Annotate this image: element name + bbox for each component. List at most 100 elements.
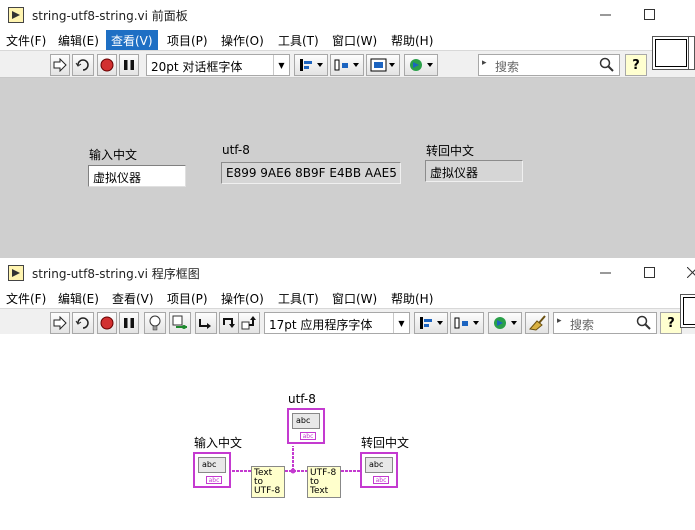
search-box[interactable]: ▸ 搜索	[478, 54, 620, 76]
menu-window[interactable]: 窗口(W)	[332, 290, 377, 307]
run-button[interactable]	[50, 312, 70, 334]
maximize-icon[interactable]	[638, 4, 660, 24]
clean-up-diagram-button[interactable]	[525, 312, 549, 334]
node-line: Text	[310, 486, 329, 496]
align-icon	[420, 317, 443, 329]
vi-icon-box	[683, 297, 695, 325]
string-type-icon: abc	[300, 432, 316, 440]
menu-file[interactable]: 文件(F)	[6, 32, 46, 49]
utf8-terminal-label: utf-8	[288, 392, 316, 406]
menu-operate[interactable]: 操作(O)	[221, 32, 264, 49]
utf8-indicator-terminal[interactable]: abc abc	[287, 408, 325, 444]
run-continuously-button[interactable]	[72, 54, 94, 76]
string-type-icon: abc	[373, 476, 389, 484]
context-help-button[interactable]: ?	[660, 312, 682, 334]
context-help-button[interactable]: ?	[625, 54, 647, 76]
menu-project[interactable]: 项目(P)	[167, 290, 208, 307]
block-diagram-titlebar[interactable]: string-utf8-string.vi 程序框图	[0, 258, 695, 288]
retain-wire-values-icon	[172, 315, 187, 329]
reorder-button[interactable]	[488, 312, 522, 334]
distribute-objects-button[interactable]	[330, 54, 364, 76]
help-icon: ?	[632, 57, 640, 73]
menu-view[interactable]: 查看(V)	[112, 290, 154, 307]
search-box[interactable]: ▸ 搜索	[553, 312, 657, 334]
align-objects-button[interactable]	[414, 312, 448, 334]
chevron-down-icon: ▼	[273, 55, 289, 75]
distribute-objects-button[interactable]	[450, 312, 484, 334]
highlight-execution-button[interactable]	[144, 312, 166, 334]
menu-edit[interactable]: 编辑(E)	[58, 32, 99, 49]
input-terminal-label: 输入中文	[194, 436, 243, 450]
abort-icon	[100, 316, 114, 330]
search-placeholder: 搜索	[495, 60, 520, 74]
step-out-icon	[241, 316, 256, 330]
menu-help[interactable]: 帮助(H)	[391, 290, 433, 307]
text-to-utf8-node[interactable]: Text to UTF-8	[251, 466, 285, 498]
close-icon[interactable]	[681, 262, 695, 282]
output-indicator-terminal[interactable]: abc abc	[360, 452, 398, 488]
utf8-string-value: E899 9AE6 8B9F E4BB AAE5	[226, 166, 397, 180]
minimize-icon[interactable]	[594, 262, 616, 282]
abort-button[interactable]	[97, 312, 117, 334]
search-placeholder: 搜索	[570, 318, 595, 332]
front-panel-canvas: 输入中文 虚拟仪器 utf-8 E899 9AE6 8B9F E4BB AAE5…	[0, 78, 695, 258]
utf8-label: utf-8	[222, 143, 250, 157]
step-out-button[interactable]	[238, 312, 260, 334]
menu-view[interactable]: 查看(V)	[106, 30, 158, 51]
maximize-icon[interactable]	[638, 262, 660, 282]
reorder-button[interactable]	[404, 54, 438, 76]
abort-icon	[100, 58, 114, 72]
output-string-indicator: 虚拟仪器	[425, 160, 523, 182]
connector-pane[interactable]	[680, 294, 695, 328]
font-select[interactable]: 20pt 对话框字体 ▼	[146, 54, 290, 76]
run-continuously-icon	[75, 59, 89, 71]
reorder-icon	[410, 59, 433, 71]
menu-tools[interactable]: 工具(T)	[278, 290, 319, 307]
front-panel-menubar: 文件(F) 编辑(E) 查看(V) 项目(P) 操作(O) 工具(T) 窗口(W…	[0, 30, 695, 51]
menu-help[interactable]: 帮助(H)	[391, 32, 433, 49]
utf8-to-text-node[interactable]: UTF-8 to Text	[307, 466, 341, 498]
menu-operate[interactable]: 操作(O)	[221, 290, 264, 307]
align-objects-button[interactable]	[294, 54, 328, 76]
font-select[interactable]: 17pt 应用程序字体 ▼	[264, 312, 410, 334]
menu-project[interactable]: 项目(P)	[167, 32, 208, 49]
abc-text: abc	[202, 460, 217, 469]
lightbulb-icon	[149, 315, 161, 331]
wire-junction	[290, 468, 296, 474]
pause-icon	[124, 318, 134, 328]
block-diagram-toolbar: 17pt 应用程序字体 ▼ ▸ 搜索 ?	[0, 308, 695, 336]
abort-button[interactable]	[97, 54, 117, 76]
output-string-value: 虚拟仪器	[430, 166, 479, 180]
minimize-icon[interactable]	[594, 4, 616, 24]
terminal-inner: abc	[292, 413, 320, 429]
run-button[interactable]	[50, 54, 70, 76]
front-panel-toolbar: 20pt 对话框字体 ▼ ▸ 搜索 ?	[0, 50, 695, 78]
pause-button[interactable]	[119, 312, 139, 334]
broom-icon	[529, 315, 546, 331]
input-control-terminal[interactable]: abc abc	[193, 452, 231, 488]
step-into-button[interactable]	[195, 312, 217, 334]
retain-wire-values-button[interactable]	[169, 312, 191, 334]
resize-icon	[370, 58, 395, 72]
step-over-icon	[223, 318, 235, 328]
pause-icon	[124, 60, 134, 70]
string-type-icon: abc	[206, 476, 222, 484]
menu-tools[interactable]: 工具(T)	[278, 32, 319, 49]
help-icon: ?	[667, 315, 675, 331]
pause-button[interactable]	[119, 54, 139, 76]
resize-objects-button[interactable]	[366, 54, 400, 76]
terminal-inner: abc	[365, 457, 393, 473]
menu-window[interactable]: 窗口(W)	[332, 32, 377, 49]
menu-edit[interactable]: 编辑(E)	[58, 290, 99, 307]
font-select-value: 20pt 对话框字体	[151, 60, 243, 74]
input-string-control[interactable]: 虚拟仪器	[88, 165, 186, 187]
menu-file[interactable]: 文件(F)	[6, 290, 46, 307]
input-label: 输入中文	[89, 148, 138, 162]
connector-pane[interactable]	[652, 36, 695, 70]
distribute-icon	[454, 317, 479, 329]
utf8-string-indicator: E899 9AE6 8B9F E4BB AAE5	[221, 162, 401, 184]
run-continuously-button[interactable]	[72, 312, 94, 334]
abc-text: abc	[296, 416, 311, 425]
front-panel-titlebar[interactable]: string-utf8-string.vi 前面板	[0, 0, 695, 30]
search-icon	[599, 57, 614, 72]
